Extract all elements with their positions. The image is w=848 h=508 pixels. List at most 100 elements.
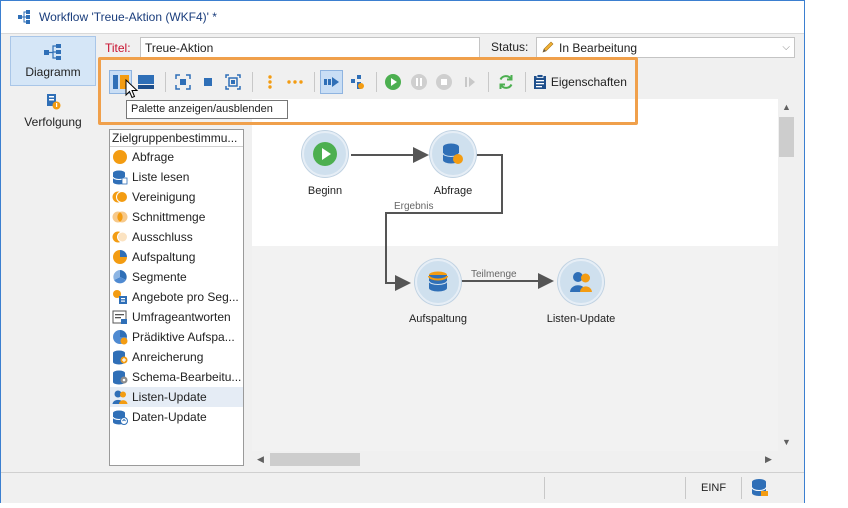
zoom-selection-icon — [225, 74, 242, 90]
node-list-update-circle[interactable] — [558, 259, 604, 305]
palette-item-predictive-split[interactable]: Prädiktive Aufspa... — [110, 327, 243, 347]
arrow-right-icon — [323, 77, 339, 87]
tooltip: Palette anzeigen/ausblenden — [126, 100, 288, 119]
align-horizontal-button[interactable] — [284, 70, 307, 94]
intersection-icon — [112, 211, 128, 223]
node-query-label: Abfrage — [433, 185, 473, 197]
title-divider — [1, 33, 804, 34]
palette-category-header[interactable]: Zielgruppenbestimmu... — [110, 130, 243, 147]
palette-item-label: Umfrageantworten — [132, 310, 231, 324]
node-split-circle[interactable] — [415, 259, 461, 305]
palette-item-read-list[interactable]: Liste lesen — [110, 167, 243, 187]
scroll-left-icon[interactable]: ◀ — [257, 454, 264, 465]
palette-item-label: Listen-Update — [132, 390, 207, 404]
palette-item-survey[interactable]: Umfrageantworten — [110, 307, 243, 327]
title-input[interactable]: Treue-Aktion — [140, 37, 480, 58]
vertical-scroll-thumb[interactable] — [779, 117, 794, 157]
list-update-icon — [112, 390, 128, 404]
scroll-up-icon[interactable]: ▲ — [782, 102, 791, 112]
status-bar: EINF — [1, 472, 804, 503]
step-button[interactable] — [458, 70, 481, 94]
horizontal-scrollbar[interactable]: ◀ ▶ — [252, 451, 778, 468]
palette-item-label: Anreicherung — [132, 350, 204, 364]
toolbar-separator — [313, 72, 315, 92]
node-query[interactable]: Abfrage — [408, 131, 498, 197]
workflow-canvas[interactable]: Ergebnis Teilmenge Beginn Abfrage Aufspa… — [252, 99, 778, 451]
vertical-dots-icon — [268, 75, 272, 89]
list-update-icon — [570, 272, 592, 292]
palette-item-offers[interactable]: Angebote pro Seg... — [110, 287, 243, 307]
palette-item-exclusion[interactable]: Ausschluss — [110, 227, 243, 247]
node-start[interactable]: Beginn — [280, 131, 370, 197]
data-update-icon — [112, 410, 128, 425]
nav-tracking-button[interactable]: Verfolgung — [10, 86, 96, 136]
properties-label: Eigenschaften — [550, 75, 627, 89]
vertical-scrollbar[interactable]: ▲ ▼ — [778, 99, 795, 451]
panel-layout-icon — [138, 75, 155, 89]
scroll-down-icon[interactable]: ▼ — [782, 437, 791, 447]
palette-item-label: Schnittmenge — [132, 210, 206, 224]
palette-item-label: Aufspaltung — [132, 250, 196, 264]
split-icon — [113, 250, 127, 264]
palette-item-label: Schema-Bearbeitu... — [132, 370, 242, 384]
properties-button[interactable]: Eigenschaften — [531, 70, 629, 94]
left-navigation: Diagramm Verfolgung — [10, 36, 100, 136]
horizontal-dots-icon — [287, 80, 303, 84]
status-select[interactable]: In Bearbeitung ⌵ — [536, 37, 795, 58]
toolbar-separator — [524, 72, 526, 92]
segments-icon — [113, 270, 127, 284]
node-list-update-label: Listen-Update — [546, 313, 616, 325]
nav-diagram-button[interactable]: Diagramm — [10, 36, 96, 86]
pause-button[interactable] — [407, 70, 430, 94]
node-query-circle[interactable] — [430, 131, 476, 177]
window-title: Workflow 'Treue-Aktion (WKF4)' * — [39, 10, 217, 24]
workflow-icon — [18, 10, 30, 24]
palette-item-query[interactable]: Abfrage — [110, 147, 243, 167]
database-status-icon[interactable] — [751, 478, 769, 498]
mouse-cursor-icon — [125, 79, 139, 99]
align-vertical-button[interactable] — [258, 70, 281, 94]
palette-item-list-update[interactable]: Listen-Update — [110, 387, 243, 407]
palette-item-union[interactable]: Vereinigung — [110, 187, 243, 207]
actual-size-button[interactable] — [196, 70, 219, 94]
play-icon — [313, 142, 337, 166]
workflow-window: Workflow 'Treue-Aktion (WKF4)' * Diagram… — [0, 0, 805, 503]
pause-icon — [410, 74, 427, 90]
horizontal-scroll-thumb[interactable] — [270, 453, 360, 466]
offers-icon — [113, 290, 127, 304]
nav-diagram-label: Diagramm — [25, 65, 81, 79]
nav-tracking-label: Verfolgung — [24, 115, 82, 129]
palette-item-label: Liste lesen — [132, 170, 190, 184]
statusbar-separator — [685, 477, 686, 499]
palette-item-schema-edit[interactable]: Schema-Bearbeitu... — [110, 367, 243, 387]
node-list-update[interactable]: Listen-Update — [536, 259, 626, 325]
header-fields: Titel: Treue-Aktion Status: In Bearbeitu… — [105, 37, 795, 59]
stop-button[interactable] — [433, 70, 456, 94]
palette-item-split[interactable]: Aufspaltung — [110, 247, 243, 267]
start-button[interactable] — [382, 70, 405, 94]
palette-item-label: Segmente — [132, 270, 187, 284]
refresh-button[interactable] — [494, 70, 517, 94]
node-start-circle[interactable] — [302, 131, 348, 177]
palette-item-label: Vereinigung — [132, 190, 196, 204]
palette-item-enrichment[interactable]: Anreicherung — [110, 347, 243, 367]
chevron-down-icon[interactable]: ⌵ — [782, 42, 790, 53]
palette-item-intersection[interactable]: Schnittmenge — [110, 207, 243, 227]
database-query-icon — [442, 143, 463, 164]
query-icon — [113, 150, 127, 164]
fit-window-icon — [174, 74, 191, 90]
palette-item-segments[interactable]: Segmente — [110, 267, 243, 287]
activity-palette: Zielgruppenbestimmu... Abfrage Liste les… — [109, 129, 244, 466]
palette-item-data-update[interactable]: Daten-Update — [110, 407, 243, 427]
palette-item-label: Ausschluss — [132, 230, 193, 244]
node-split[interactable]: Aufspaltung — [393, 259, 483, 325]
palette-item-label: Prädiktive Aufspa... — [132, 330, 235, 344]
exclusion-icon — [112, 231, 128, 243]
fit-to-window-button[interactable] — [171, 70, 194, 94]
zoom-selection-button[interactable] — [222, 70, 245, 94]
show-transitions-button[interactable] — [319, 70, 344, 94]
scroll-right-icon[interactable]: ▶ — [765, 454, 772, 465]
insert-mode-indicator: EINF — [701, 482, 727, 494]
diagram-toolbar: Eigenschaften — [109, 69, 629, 95]
workflow-properties-button[interactable] — [345, 70, 368, 94]
